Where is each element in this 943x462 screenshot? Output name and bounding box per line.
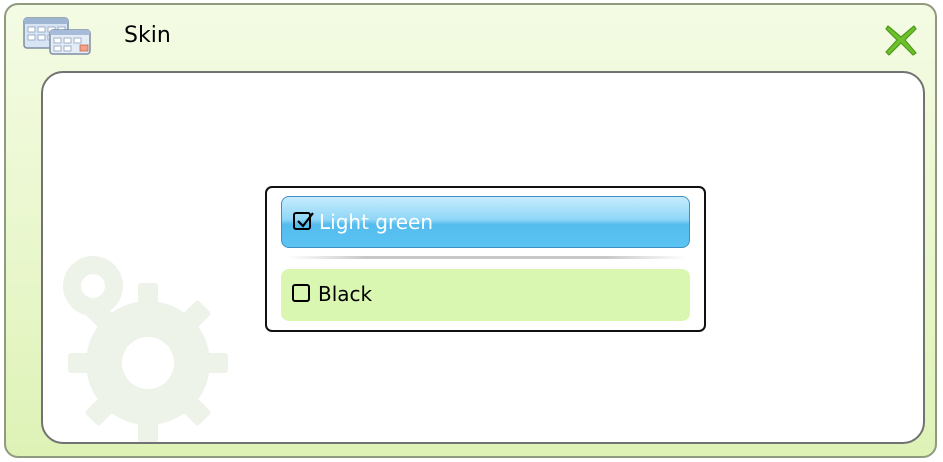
skin-option-label: Black <box>318 282 373 306</box>
gears-watermark-icon <box>53 238 293 442</box>
unchecked-checkbox-icon[interactable] <box>292 284 310 302</box>
checked-checkbox-icon[interactable] <box>293 212 314 230</box>
skin-option-black[interactable]: Black <box>281 269 690 321</box>
skin-option-light-green[interactable]: Light green <box>281 196 690 248</box>
window-title: Skin <box>124 23 171 48</box>
skin-option-label: Light green <box>319 210 434 234</box>
calendar-grid-icon <box>22 16 96 56</box>
skin-dialog-window: Skin Light green Black <box>4 3 937 458</box>
skin-options-list: Light green Black <box>265 186 706 332</box>
close-x-icon[interactable] <box>882 21 920 59</box>
option-divider <box>287 256 686 259</box>
